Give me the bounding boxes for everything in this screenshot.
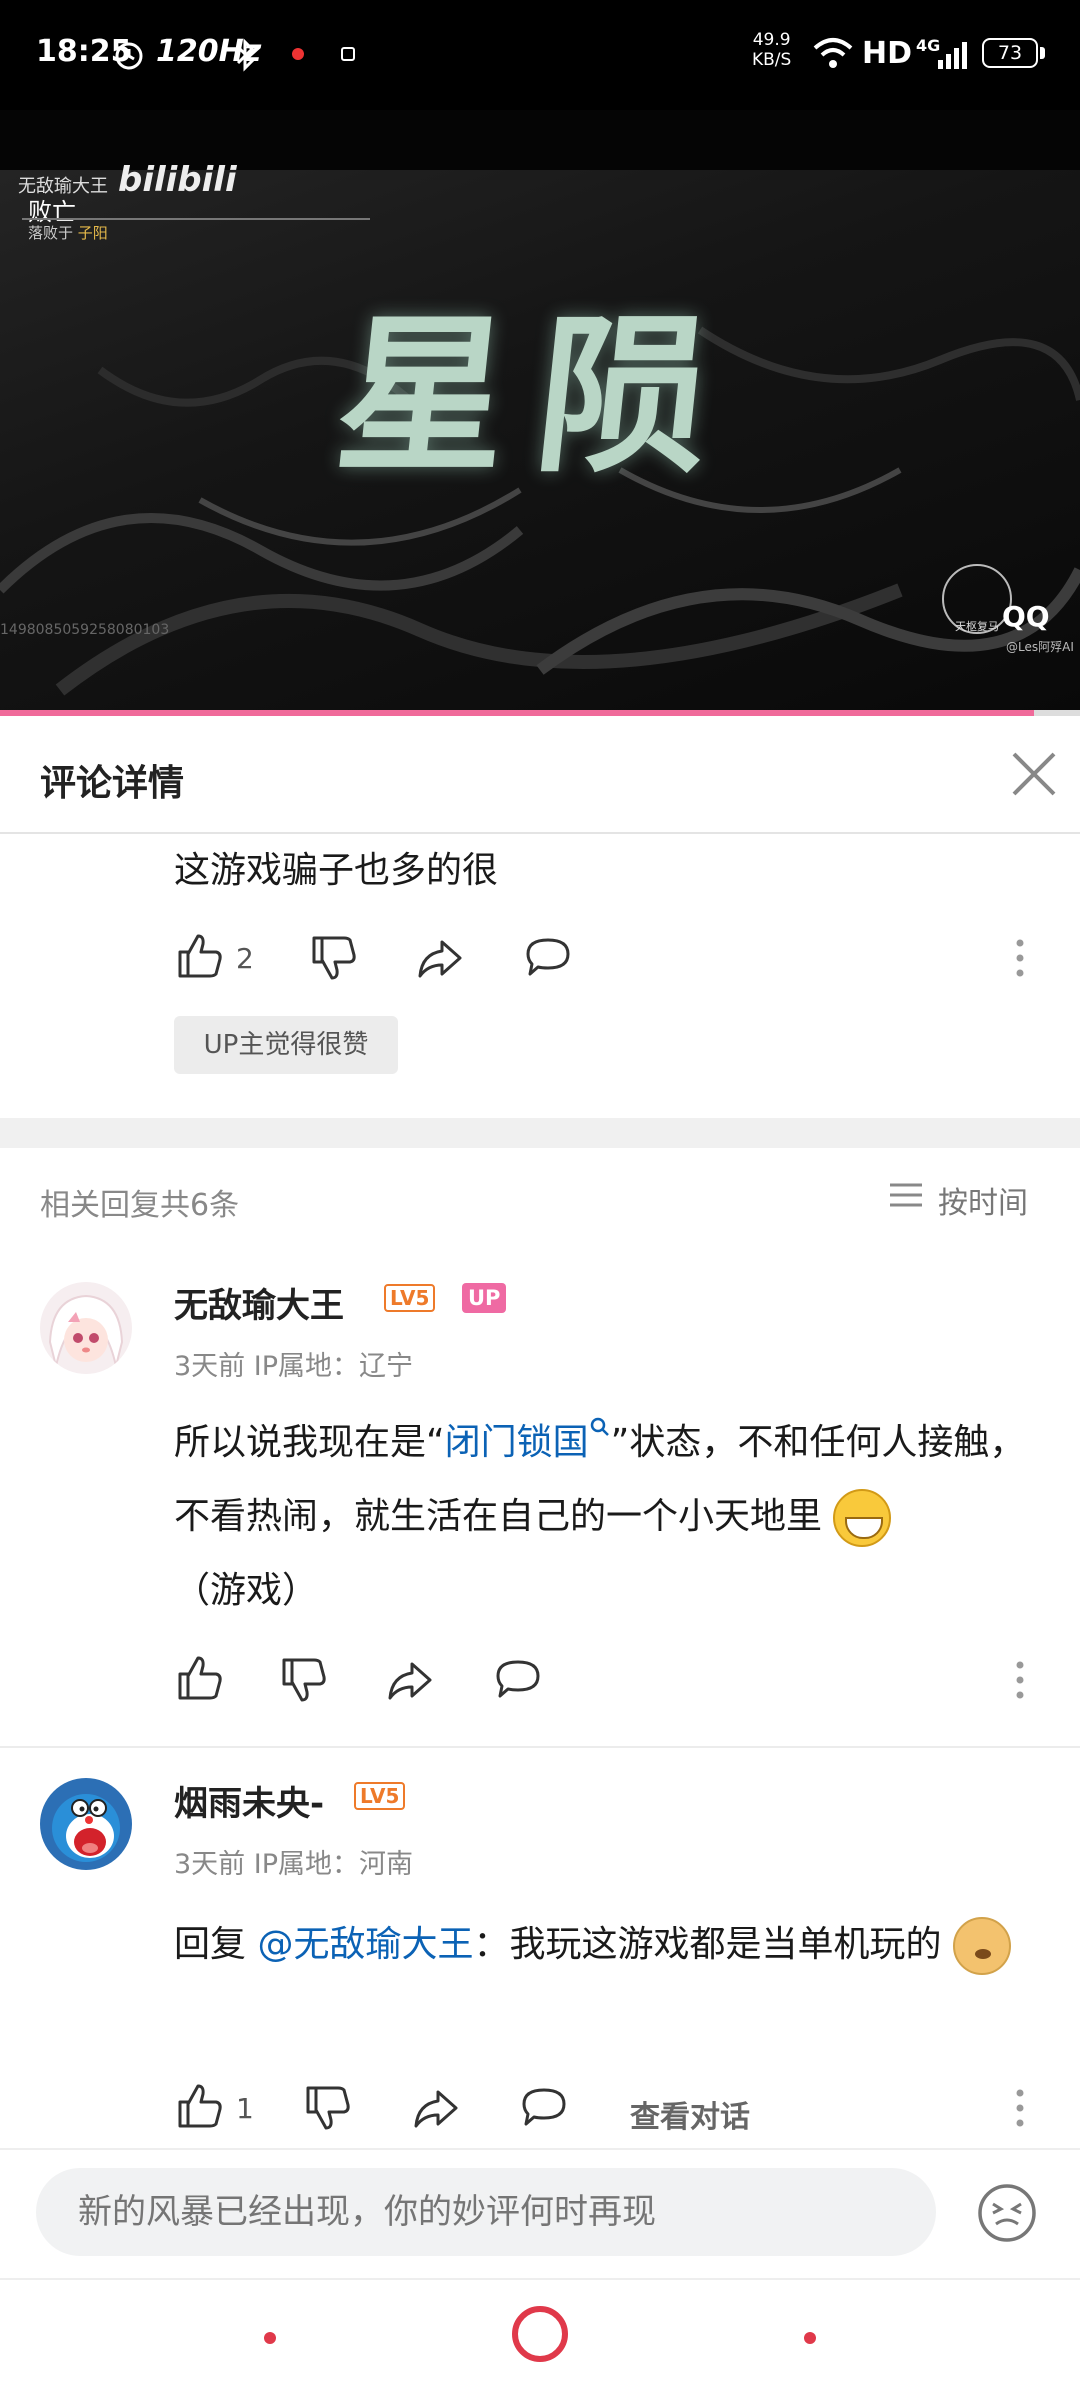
overlay-divider [22,218,370,220]
root-comment-text: 这游戏骗子也多的很 [174,850,499,891]
reply-1-actions [174,1652,1054,1712]
watermark-credit: @Les阿殍AI [1006,640,1074,654]
share-icon[interactable] [414,932,466,984]
view-conversation-link[interactable]: 查看对话 [630,2092,750,2136]
reply-2-actions: 1 查看对话 [174,2080,1054,2140]
like-icon[interactable] [174,2080,226,2132]
reply-icon[interactable] [492,1654,544,1706]
avatar[interactable] [40,1778,132,1870]
overlay-defeat: 落败于 子阳 [28,224,108,242]
video-player[interactable]: 无敌瑜大王 bilibili 败亡 落败于 子阳 星陨 149808505925… [0,110,1080,716]
sort-lines-icon [890,1183,922,1207]
level-badge: LV5 [354,1782,406,1810]
username[interactable]: 烟雨未央- [174,1776,324,1825]
more-icon[interactable] [1014,938,1026,978]
signal-icon [938,42,967,69]
comment-composer [0,2148,1080,2278]
recents-button[interactable] [804,2332,816,2344]
up-liked-badge: UP主觉得很赞 [174,1016,398,1074]
username[interactable]: 无敌瑜大王 [174,1278,344,1327]
dislike-icon[interactable] [302,2082,354,2134]
video-id: 1498085059258080103 [0,622,170,638]
comment-input[interactable] [36,2168,936,2256]
reply-icon[interactable] [522,932,574,984]
video-title-art: 星陨 [327,296,749,496]
reply-divider [0,1746,1080,1748]
wifi-icon [813,38,853,68]
avatar-anime-girl [40,1282,132,1374]
reply-2-text: 回复 @无敌瑜大王：我玩这游戏都是当单机玩的 [174,1908,1034,1982]
bluetooth-icon [236,38,255,72]
reply-1-text: 所以说我现在是“闭门锁国 ”状态，不和任何人接触，不看热闹，就生活在自己的一个小天… [174,1406,1034,1628]
like-count: 2 [236,942,254,975]
level-badge: LV5 [384,1284,436,1312]
section-divider [0,1118,1080,1148]
status-bar: 18:25 120Hz 49.9 KB/S HD 4G 73 [0,0,1080,110]
sort-label: 按时间 [938,1186,1028,1221]
home-button[interactable] [512,2306,568,2362]
comment-meta: 3天前 IP属地：河南 [174,1849,414,1880]
share-icon[interactable] [410,2082,462,2134]
app-notification-icon [292,48,304,60]
dislike-icon[interactable] [308,932,360,984]
doge-emoji [952,1917,1011,1975]
emoji-picker-icon[interactable] [976,2182,1038,2244]
back-button[interactable] [264,2332,276,2344]
search-icon[interactable] [589,1416,611,1438]
like-count: 1 [236,2092,254,2125]
more-icon[interactable] [1014,2088,1026,2128]
page-title: 评论详情 [40,763,185,804]
reply-icon[interactable] [518,2082,570,2134]
share-icon[interactable] [384,1654,436,1706]
reply-count-label: 相关回复共6条 [40,1188,240,1223]
root-comment-actions: 2 [174,930,1054,990]
net-speed: 49.9 KB/S [752,30,792,70]
close-icon[interactable] [1008,748,1060,800]
like-icon[interactable] [174,930,226,982]
battery-nub [1040,47,1045,59]
bilibili-logo: bilibili [118,160,237,200]
comment-detail-header: 评论详情 [0,716,1080,834]
comment-meta: 3天前 IP属地：辽宁 [174,1351,414,1382]
like-icon[interactable] [174,1652,226,1704]
avatar[interactable] [40,1282,132,1374]
hd-indicator: HD [862,36,913,71]
grin-emoji [833,1489,892,1547]
dislike-icon[interactable] [278,1654,330,1706]
system-nav-bar [0,2278,1080,2400]
mention-link[interactable]: @无敌瑜大王 [257,1924,473,1965]
avatar-doraemon [40,1778,132,1870]
more-icon[interactable] [1014,1660,1026,1700]
keyword-link[interactable]: 闭门锁国 [445,1422,589,1463]
notification-icon [341,47,355,61]
qq-watermark: QQ [1002,600,1050,633]
up-badge: UP [462,1283,507,1313]
battery-icon: 73 [982,38,1038,68]
alarm-icon [115,42,143,70]
